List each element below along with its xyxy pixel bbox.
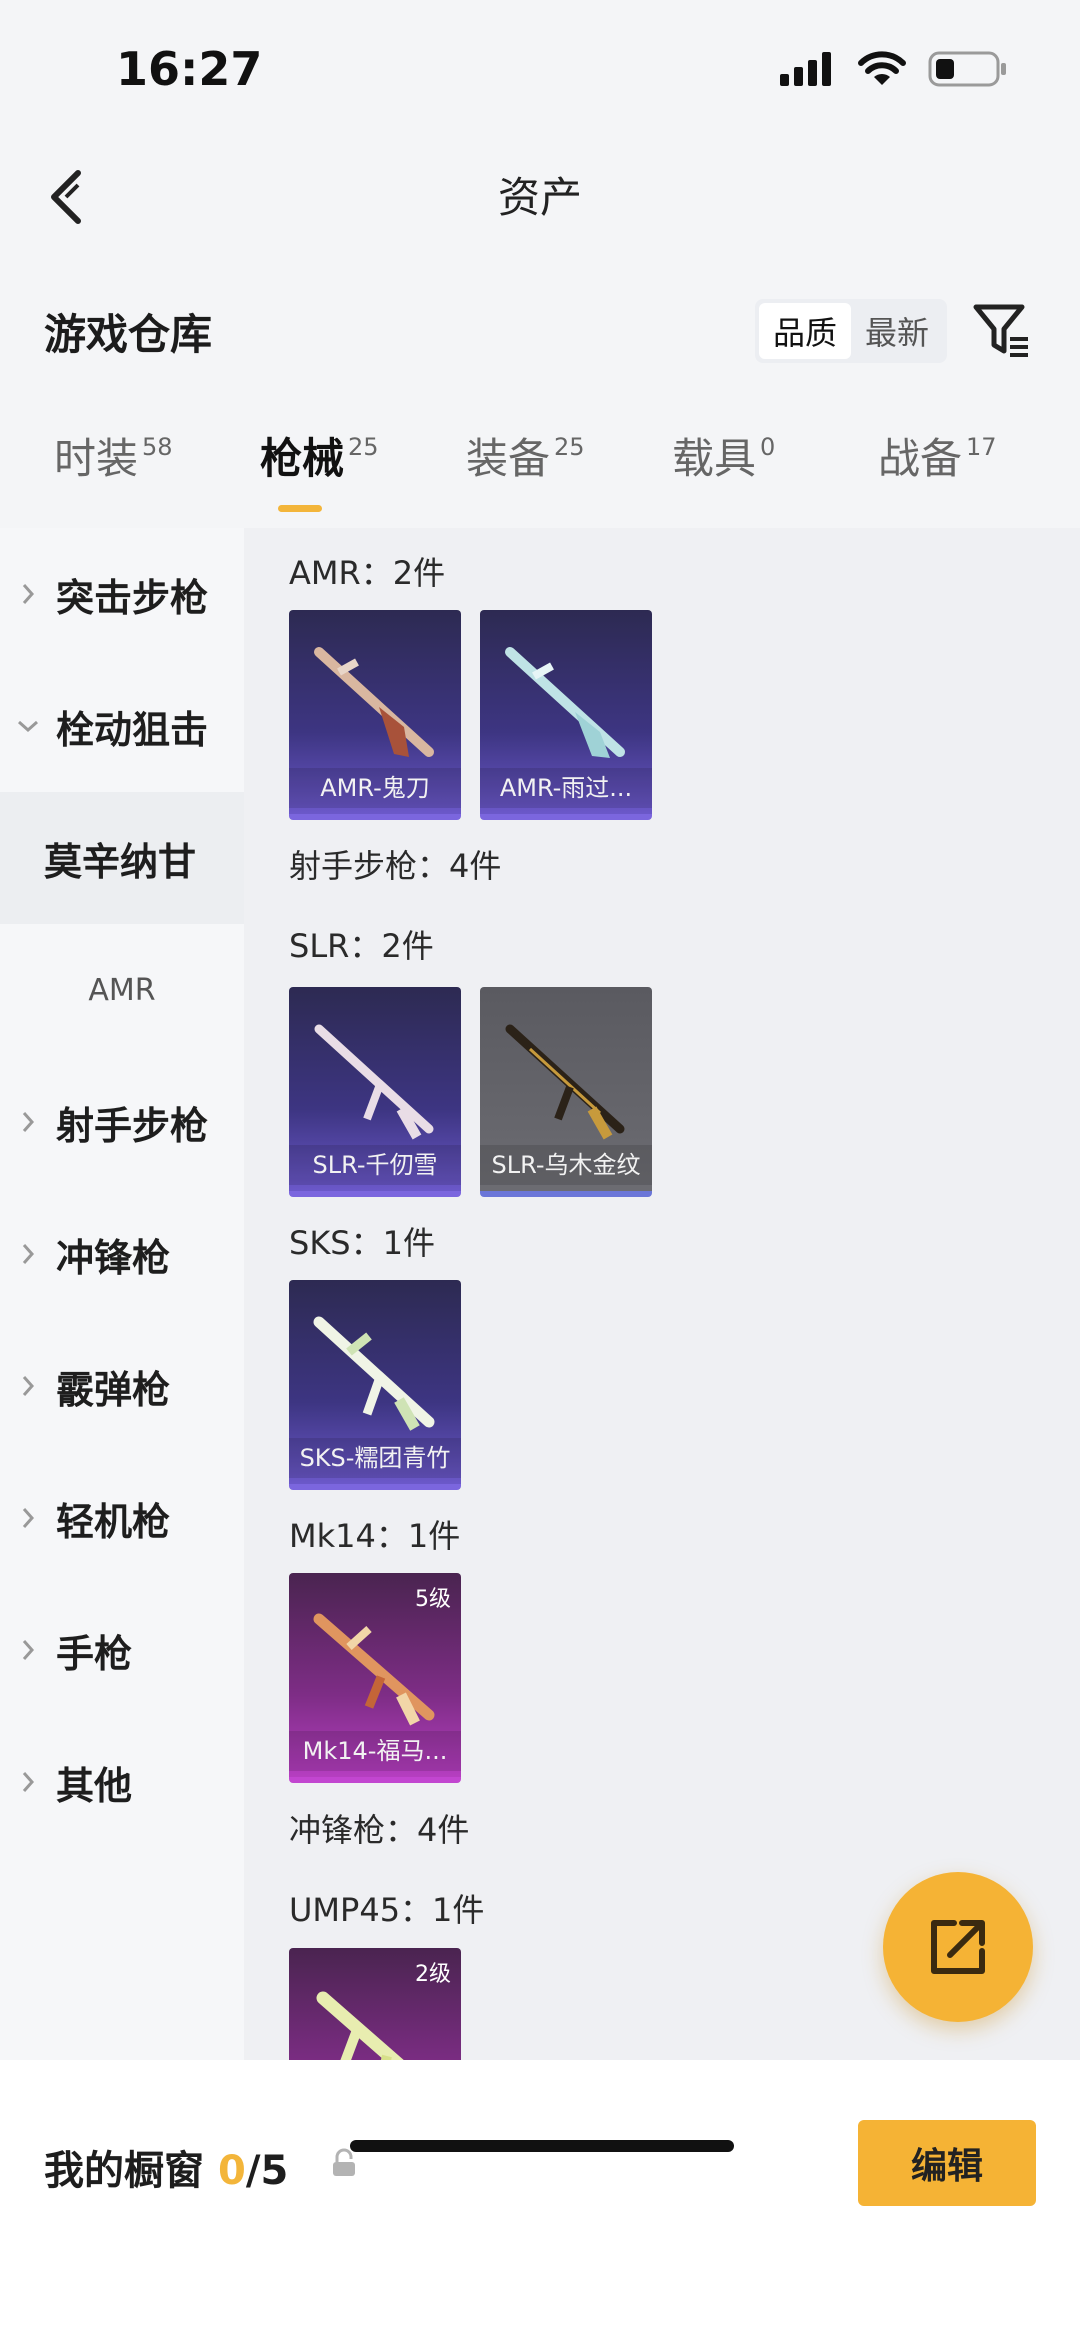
sidebar-item-label: 突击步枪 (56, 575, 209, 620)
status-icons (780, 50, 1008, 88)
weapon-name: Mk14-福马... (289, 1731, 461, 1771)
tab-firearms[interactable]: 枪械 25 (260, 425, 379, 525)
group-header-slr: SLR：2件 (289, 927, 434, 965)
weapon-card[interactable]: SLR-乌木金纹 (480, 987, 652, 1197)
smg-icon (316, 1991, 404, 2060)
showcase-summary: 我的橱窗 0 /5 (44, 2138, 288, 2196)
tab-count: 58 (142, 433, 173, 461)
weapon-card[interactable]: AMR-雨过... (480, 610, 652, 820)
weapon-name: SLR-乌木金纹 (480, 1145, 652, 1185)
sidebar-item-pistol[interactable]: 手枪 (0, 1584, 244, 1716)
tab-active-indicator (278, 505, 322, 512)
sidebar-item-label: 射手步枪 (56, 1103, 209, 1148)
group-header-smg: 冲锋枪：4件 (289, 1811, 470, 1849)
chevron-right-icon (22, 1112, 35, 1132)
battery-icon (928, 51, 1006, 87)
weapon-card[interactable]: AMR-鬼刀 (289, 610, 461, 820)
sidebar-item-label: 轻机枪 (56, 1499, 171, 1544)
chevron-right-icon (22, 1772, 35, 1792)
share-fab-button[interactable] (883, 1872, 1033, 2022)
category-tabs: 时装 58 枪械 25 装备 25 载具 0 战备 17 (0, 425, 1080, 525)
chevron-down-icon (18, 720, 38, 733)
status-bar: 16:27 (0, 0, 1080, 130)
sidebar-item-label: 霰弹枪 (56, 1367, 171, 1412)
sniper-rifle-icon (505, 647, 625, 758)
share-external-icon (931, 1920, 985, 1974)
sidebar-item-mosin-nagant[interactable]: 莫辛纳甘 (0, 792, 244, 924)
rifle-icon (505, 1024, 625, 1140)
chevron-right-icon (22, 1376, 35, 1396)
weapon-card[interactable]: 2级 (289, 1948, 461, 2060)
sniper-rifle-icon (314, 647, 434, 757)
sort-toggle: 品质 最新 (755, 299, 947, 363)
chevron-right-icon (22, 1244, 35, 1264)
sidebar-item-smg[interactable]: 冲锋枪 (0, 1188, 244, 1320)
tab-label: 战备 (878, 434, 963, 483)
weapon-name: AMR-雨过... (480, 768, 652, 808)
tab-count: 25 (554, 433, 585, 461)
sort-latest-button[interactable]: 最新 (851, 303, 943, 359)
sidebar-item-label: 栓动狙击 (56, 707, 209, 752)
weapon-card[interactable]: SKS-糯团青竹 (289, 1280, 461, 1490)
tab-count: 25 (348, 433, 379, 461)
weapon-list: AMR：2件 AMR-鬼刀 AMR-雨过... 射手步枪：4件 SLR：2件 S… (244, 528, 1080, 2060)
sidebar-item-label: 冲锋枪 (56, 1235, 171, 1280)
header-row: 游戏仓库 品质 最新 (0, 285, 1080, 375)
status-time: 16:27 (116, 42, 263, 96)
group-header-sks: SKS：1件 (289, 1224, 435, 1262)
tab-label: 装备 (466, 434, 551, 483)
showcase-count: 0 (218, 2148, 246, 2194)
sidebar-item-other[interactable]: 其他 (0, 1716, 244, 1848)
group-header-mk14: Mk14：1件 (289, 1517, 461, 1555)
sidebar-item-label: 莫辛纳甘 (44, 839, 197, 884)
tab-count: 0 (760, 433, 776, 461)
home-indicator (350, 2140, 734, 2152)
group-header-amr: AMR：2件 (289, 554, 446, 592)
chevron-right-icon (22, 584, 35, 604)
edit-button[interactable]: 编辑 (858, 2120, 1036, 2206)
page-title: 资产 (497, 173, 582, 222)
sidebar-item-marksman-rifle[interactable]: 射手步枪 (0, 1056, 244, 1188)
tab-fashion[interactable]: 时装 58 (54, 425, 173, 525)
group-header-ump45: UMP45：1件 (289, 1891, 485, 1929)
sidebar-item-label: 手枪 (56, 1631, 133, 1676)
signal-icon (780, 52, 831, 86)
showcase-label: 我的橱窗 (44, 2148, 204, 2194)
rifle-icon (314, 1024, 434, 1140)
sidebar-item-label: AMR (88, 972, 156, 1008)
filter-button[interactable] (970, 297, 1034, 363)
rifle-icon (313, 1613, 435, 1726)
sidebar-item-label: 其他 (56, 1763, 133, 1808)
wifi-icon (858, 51, 906, 85)
sidebar-item-lmg[interactable]: 轻机枪 (0, 1452, 244, 1584)
weapon-card[interactable]: 5级 Mk14-福马... (289, 1573, 461, 1783)
sort-quality-button[interactable]: 品质 (759, 303, 851, 359)
sidebar-item-shotgun[interactable]: 霰弹枪 (0, 1320, 244, 1452)
rifle-icon (313, 1316, 435, 1431)
tab-supplies[interactable]: 战备 17 (878, 425, 997, 525)
category-sidebar: 突击步枪 栓动狙击 莫辛纳甘 AMR 射手步枪 冲锋枪 霰弹枪 轻机枪 手枪 其… (0, 528, 244, 2060)
weapon-card[interactable]: SLR-千仞雪 (289, 987, 461, 1197)
group-header-marksman: 射手步枪：4件 (289, 847, 502, 885)
weapon-name: SKS-糯团青竹 (289, 1438, 461, 1478)
sidebar-item-amr[interactable]: AMR (0, 924, 244, 1056)
chevron-right-icon (22, 1508, 35, 1528)
tab-count: 17 (966, 433, 997, 461)
sidebar-item-bolt-sniper[interactable]: 栓动狙击 (0, 660, 244, 792)
chevron-right-icon (22, 1640, 35, 1660)
section-title: 游戏仓库 (44, 310, 213, 359)
showcase-max: /5 (245, 2148, 289, 2194)
filter-icon (973, 304, 1028, 357)
weapon-name: AMR-鬼刀 (289, 768, 461, 808)
lock-icon (333, 2148, 355, 2176)
sidebar-item-assault-rifle[interactable]: 突击步枪 (0, 528, 244, 660)
tab-label: 时装 (54, 434, 139, 483)
weapon-name: SLR-千仞雪 (289, 1145, 461, 1185)
tab-equipment[interactable]: 装备 25 (466, 425, 585, 525)
bottom-bar: 我的橱窗 0 /5 编辑 (0, 2060, 1080, 2337)
tab-vehicles[interactable]: 载具 0 (672, 425, 775, 525)
tab-label: 载具 (672, 434, 757, 483)
nav-bar: 资产 (0, 140, 1080, 250)
tab-label: 枪械 (260, 434, 345, 483)
